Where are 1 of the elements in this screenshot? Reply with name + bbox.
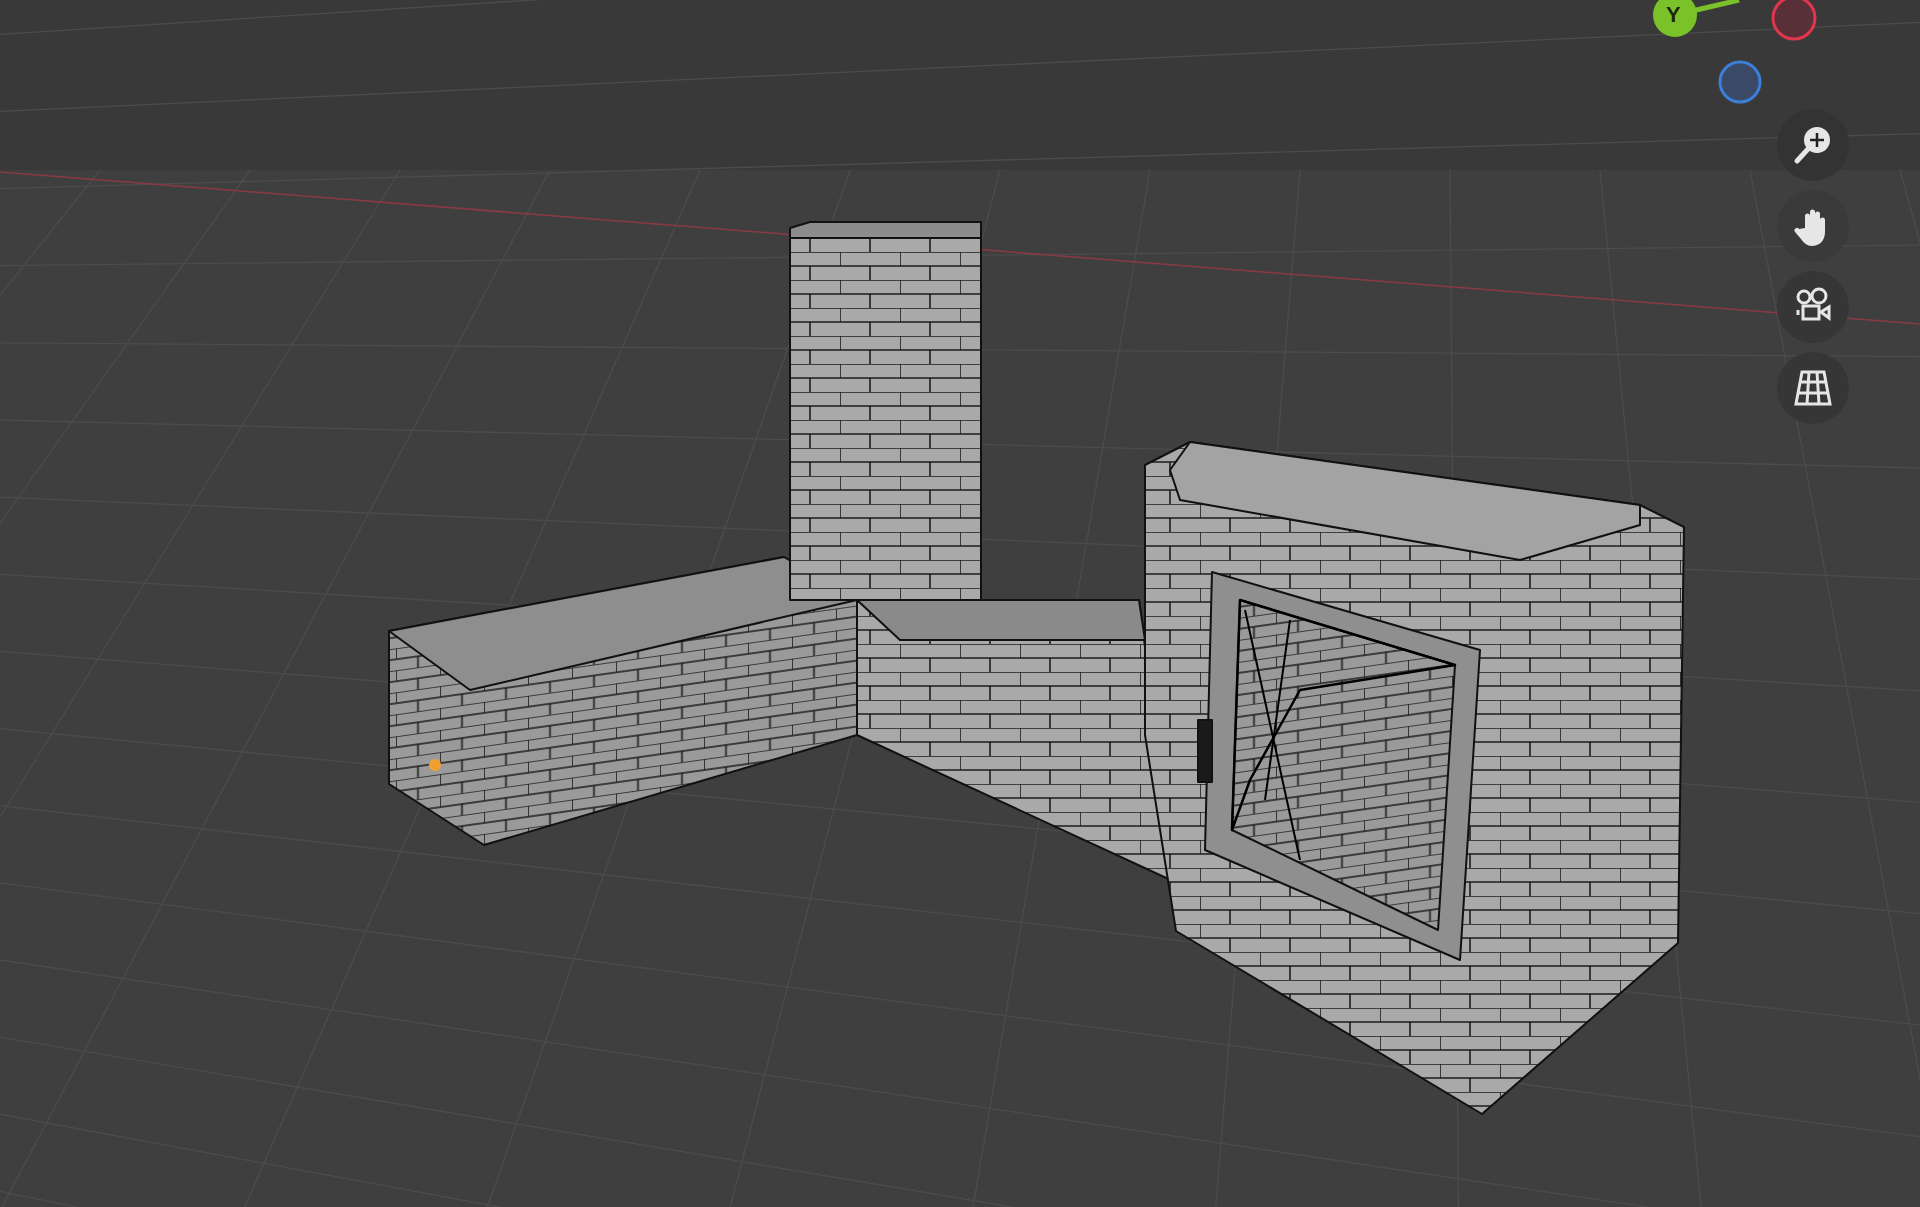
vertex-dot — [429, 759, 441, 771]
